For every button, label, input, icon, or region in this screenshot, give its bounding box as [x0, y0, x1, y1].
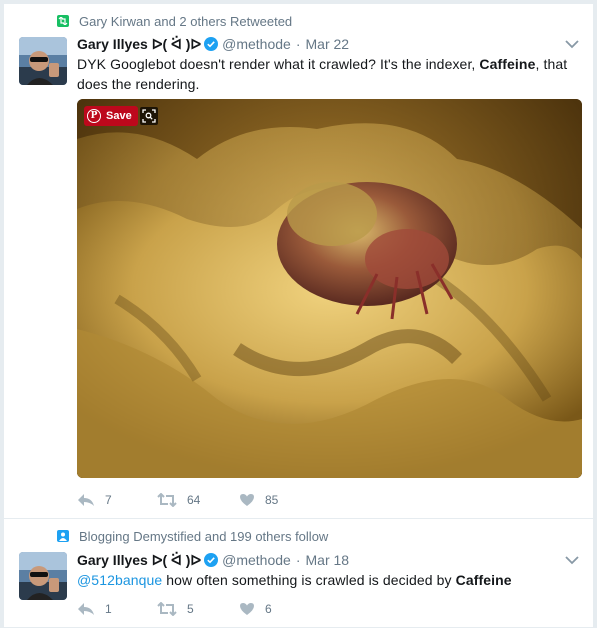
- retweet-icon: [57, 15, 69, 27]
- verified-badge-icon: [204, 553, 219, 567]
- pinterest-icon: P: [87, 109, 101, 123]
- pinterest-save-button[interactable]: P Save: [84, 106, 138, 126]
- display-name[interactable]: Gary Illyes ᐅ( ᐛ )ᐅ: [77, 552, 201, 569]
- tweet[interactable]: Gary Kirwan and 2 others Retweeted Gary …: [4, 4, 593, 519]
- mention-link[interactable]: @512banque: [77, 572, 162, 588]
- tweet-text-part: how often something is crawled is decide…: [162, 572, 456, 588]
- context-text[interactable]: Gary Kirwan and 2 others Retweeted: [79, 14, 292, 29]
- retweet-button[interactable]: 64: [157, 493, 239, 507]
- reply-icon: [78, 494, 94, 506]
- heart-icon: [240, 494, 254, 506]
- retweet-icon: [157, 602, 177, 616]
- visual-search-icon[interactable]: [140, 107, 158, 125]
- handle[interactable]: @methode: [222, 36, 291, 52]
- social-context: Gary Kirwan and 2 others Retweeted: [57, 13, 292, 29]
- person-icon: [57, 530, 69, 542]
- chevron-down-icon[interactable]: [565, 555, 579, 565]
- avatar[interactable]: [19, 37, 67, 85]
- tweet-actions: 1 5 6: [77, 600, 272, 618]
- pinterest-save-label: Save: [106, 110, 132, 122]
- timeline: Gary Kirwan and 2 others Retweeted Gary …: [3, 3, 594, 628]
- tweet-text: DYK Googlebot doesn't render what it cra…: [77, 54, 582, 94]
- tweet-photo[interactable]: P Save: [77, 99, 582, 478]
- like-button[interactable]: 85: [239, 493, 278, 507]
- context-text[interactable]: Blogging Demystified and 199 others foll…: [79, 529, 328, 544]
- reply-button[interactable]: 1: [77, 602, 157, 616]
- retweet-icon: [157, 493, 177, 507]
- display-name[interactable]: Gary Illyes ᐅ( ᐛ )ᐅ: [77, 36, 201, 53]
- handle[interactable]: @methode: [222, 552, 291, 568]
- like-button[interactable]: 6: [239, 602, 272, 616]
- reply-button[interactable]: 7: [77, 493, 157, 507]
- separator-dot: ·: [295, 36, 301, 52]
- reply-count: 7: [105, 493, 112, 507]
- tweet-header: Gary Illyes ᐅ( ᐛ )ᐅ @methode · Mar 18: [77, 551, 349, 569]
- chevron-down-icon[interactable]: [565, 39, 579, 49]
- retweet-count: 64: [187, 493, 201, 507]
- tweet-date[interactable]: Mar 22: [306, 36, 350, 52]
- verified-badge-icon: [204, 37, 219, 51]
- tweet-header: Gary Illyes ᐅ( ᐛ )ᐅ @methode · Mar 22: [77, 35, 349, 53]
- reply-count: 1: [105, 602, 112, 616]
- tweet[interactable]: Blogging Demystified and 199 others foll…: [4, 519, 593, 628]
- tweet-text-part: DYK Googlebot doesn't render what it cra…: [77, 56, 480, 72]
- avatar[interactable]: [19, 552, 67, 600]
- like-count: 85: [265, 493, 279, 507]
- tweet-date[interactable]: Mar 18: [306, 552, 350, 568]
- retweet-count: 5: [187, 602, 194, 616]
- separator-dot: ·: [295, 552, 301, 568]
- tweet-text: @512banque how often something is crawle…: [77, 570, 582, 590]
- reply-icon: [78, 603, 94, 615]
- heart-icon: [240, 603, 254, 615]
- tweet-text-bold: Caffeine: [479, 56, 536, 72]
- tweet-actions: 7 64 85: [77, 491, 278, 509]
- social-context: Blogging Demystified and 199 others foll…: [57, 528, 328, 544]
- like-count: 6: [265, 602, 272, 616]
- tweet-text-bold: Caffeine: [455, 572, 512, 588]
- retweet-button[interactable]: 5: [157, 602, 239, 616]
